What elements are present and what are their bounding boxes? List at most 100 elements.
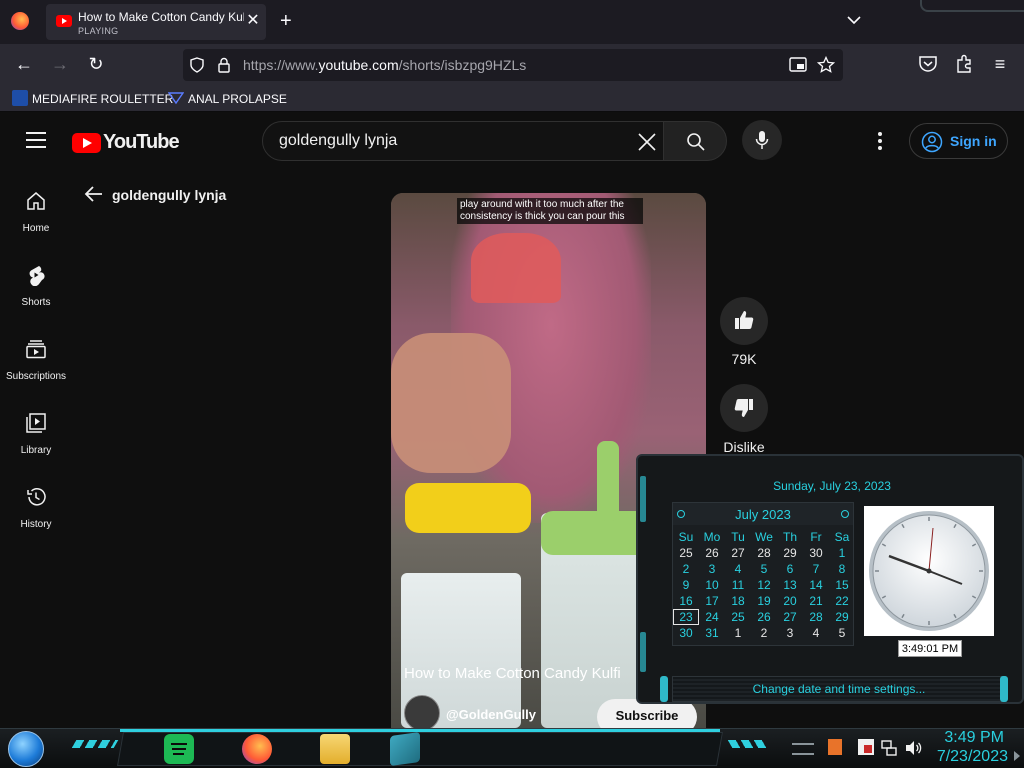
pocket-icon[interactable] <box>918 55 938 73</box>
calendar-day[interactable]: 1 <box>829 545 855 561</box>
calendar-day[interactable]: 30 <box>803 545 829 561</box>
calendar-day[interactable]: 25 <box>725 609 751 625</box>
tray-clock-time[interactable]: 3:49 PM <box>938 729 1004 747</box>
calendar-day[interactable]: 18 <box>725 593 751 609</box>
calendar-day[interactable]: 15 <box>829 577 855 593</box>
short-title[interactable]: How to Make Cotton Candy Kulfi <box>404 665 621 682</box>
spotify-icon[interactable] <box>164 734 194 764</box>
action-center-flag-icon[interactable] <box>858 739 874 755</box>
calendar-day[interactable]: 8 <box>829 561 855 577</box>
change-date-time-settings-link[interactable]: Change date and time settings... <box>672 676 1006 702</box>
calendar-day[interactable]: 13 <box>777 577 803 593</box>
tab-title: How to Make Cotton Candy Kulfi <box>78 10 244 24</box>
nav-item-subscriptions[interactable]: Subscriptions <box>0 326 72 390</box>
back-arrow-icon[interactable] <box>84 185 104 203</box>
search-button[interactable] <box>663 121 727 161</box>
calendar-day[interactable]: 20 <box>777 593 803 609</box>
search-input[interactable]: goldengully lynja <box>279 132 397 150</box>
close-tab-icon[interactable]: ✕ <box>244 12 262 30</box>
calendar-day[interactable]: 26 <box>751 609 777 625</box>
calendar-day[interactable]: 26 <box>699 545 725 561</box>
volume-icon[interactable] <box>904 739 922 757</box>
bookmark-anal-prolapse[interactable]: ANAL PROLAPSE <box>168 90 287 106</box>
forward-icon[interactable]: → <box>50 54 70 74</box>
address-bar[interactable]: https://www.youtube.com/shorts/isbzpg9HZ… <box>183 49 843 81</box>
channel-name[interactable]: @GoldenGully <box>446 707 536 722</box>
show-desktop-icon[interactable] <box>1014 751 1020 761</box>
calendar-day[interactable]: 30 <box>673 625 699 641</box>
app-taskbar-icon[interactable] <box>390 731 420 767</box>
show-hidden-icons-icon[interactable] <box>792 743 814 755</box>
calendar-day[interactable]: 11 <box>725 577 751 593</box>
settings-more-icon[interactable] <box>878 132 882 150</box>
url-prefix: https://www. <box>243 57 319 73</box>
calendar-day[interactable]: 2 <box>751 625 777 641</box>
calendar-day[interactable]: 2 <box>673 561 699 577</box>
like-button[interactable] <box>720 297 768 345</box>
nav-item-home[interactable]: Home <box>0 178 72 242</box>
folder-bookmark-icon <box>168 92 184 105</box>
calendar-day[interactable]: 24 <box>699 609 725 625</box>
calendar-day[interactable]: 3 <box>699 561 725 577</box>
network-icon[interactable] <box>880 739 898 757</box>
calendar-day[interactable]: 5 <box>751 561 777 577</box>
calendar-day[interactable]: 17 <box>699 593 725 609</box>
clear-search-icon[interactable] <box>637 132 657 152</box>
calendar-day[interactable]: 28 <box>751 545 777 561</box>
nav-item-history[interactable]: History <box>0 474 72 538</box>
reload-icon[interactable]: ↻ <box>86 54 106 74</box>
calendar-day[interactable]: 4 <box>725 561 751 577</box>
guide-menu-icon[interactable] <box>26 132 46 148</box>
search-box[interactable]: goldengully lynja <box>262 121 727 161</box>
calendar-day[interactable]: 3 <box>777 625 803 641</box>
lock-icon[interactable] <box>217 57 231 73</box>
calendar-day[interactable]: 22 <box>829 593 855 609</box>
calendar-day[interactable]: 27 <box>725 545 751 561</box>
calendar-day[interactable]: 28 <box>803 609 829 625</box>
picture-in-picture-icon[interactable] <box>789 57 807 73</box>
browser-tab[interactable]: How to Make Cotton Candy Kulfi PLAYING ✕ <box>46 4 266 40</box>
url-text[interactable]: https://www.youtube.com/shorts/isbzpg9HZ… <box>243 57 526 73</box>
bookmark-mediafire-rouletter[interactable]: MEDIAFIRE ROULETTER <box>12 90 173 106</box>
long-date[interactable]: Sunday, July 23, 2023 <box>638 479 1024 493</box>
extensions-puzzle-icon[interactable] <box>954 54 974 74</box>
menu-hamburger-icon[interactable]: ≡ <box>990 54 1010 74</box>
calendar-day[interactable]: 29 <box>829 609 855 625</box>
voice-search-button[interactable] <box>742 120 782 160</box>
nav-item-library[interactable]: Library <box>0 400 72 464</box>
list-all-tabs-icon[interactable] <box>846 12 862 28</box>
bookmark-star-icon[interactable] <box>817 56 835 74</box>
start-button[interactable] <box>8 731 44 767</box>
calendar-day[interactable]: 12 <box>751 577 777 593</box>
channel-avatar[interactable] <box>404 695 440 728</box>
calendar-day[interactable]: 4 <box>803 625 829 641</box>
next-month-icon[interactable] <box>841 510 849 518</box>
calendar-day[interactable]: 16 <box>673 593 699 609</box>
dislike-button[interactable] <box>720 384 768 432</box>
calendar-day[interactable]: 23 <box>673 609 699 625</box>
nav-item-shorts[interactable]: Shorts <box>0 252 72 316</box>
calendar-day[interactable]: 31 <box>699 625 725 641</box>
file-explorer-icon[interactable] <box>320 734 350 764</box>
calendar-day[interactable]: 5 <box>829 625 855 641</box>
calendar-day[interactable]: 19 <box>751 593 777 609</box>
calendar-day[interactable]: 29 <box>777 545 803 561</box>
back-icon[interactable]: ← <box>14 54 34 74</box>
calendar-day[interactable]: 1 <box>725 625 751 641</box>
calendar-day[interactable]: 21 <box>803 593 829 609</box>
firefox-taskbar-icon[interactable] <box>242 734 272 764</box>
calendar-day[interactable]: 25 <box>673 545 699 561</box>
calendar-day[interactable]: 10 <box>699 577 725 593</box>
calendar-month-label[interactable]: July 2023 <box>673 507 853 522</box>
tray-clock-date[interactable]: 7/23/2023 <box>930 748 1008 766</box>
calendar-day[interactable]: 27 <box>777 609 803 625</box>
calendar-day[interactable]: 6 <box>777 561 803 577</box>
sign-in-button[interactable]: Sign in <box>909 123 1008 159</box>
calendar-day[interactable]: 9 <box>673 577 699 593</box>
calendar-day[interactable]: 7 <box>803 561 829 577</box>
new-tab-button[interactable]: + <box>280 10 292 33</box>
tracking-protection-shield-icon[interactable] <box>189 57 205 73</box>
firefox-logo-icon[interactable] <box>11 12 29 30</box>
calendar-day[interactable]: 14 <box>803 577 829 593</box>
tray-app-icon[interactable] <box>828 739 842 755</box>
